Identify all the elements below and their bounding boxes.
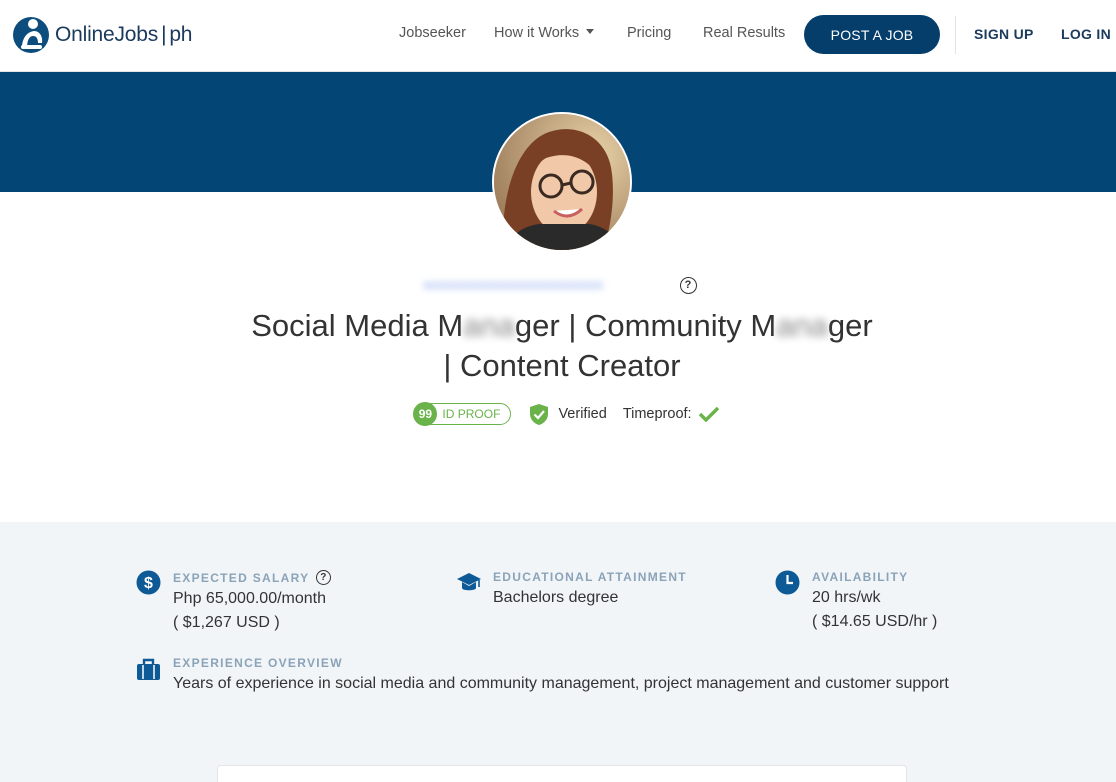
headline-part-2: ger | Community M: [514, 308, 777, 343]
availability-block: AVAILABILITY 20 hrs/wk ( $14.65 USD/hr ): [775, 570, 1035, 634]
experience-value: Years of experience in social media and …: [173, 675, 949, 692]
availability-rate: ( $14.65 USD/hr ): [812, 613, 938, 630]
headline-part-3: ger: [827, 308, 873, 343]
education-value: Bachelors degree: [493, 589, 619, 606]
expected-salary-usd: ( $1,267 USD ): [173, 614, 280, 631]
expected-salary-value: Php 65,000.00/month: [173, 590, 327, 607]
verified-badge: Verified: [529, 403, 607, 426]
briefcase-icon: [137, 658, 160, 680]
availability-label: AVAILABILITY: [812, 570, 909, 584]
profile-headline: Social Media Manager | Community Manager…: [150, 306, 974, 386]
checkmark-icon: [698, 406, 719, 422]
log-in-link[interactable]: LOG IN: [1061, 26, 1111, 42]
nav-jobseeker[interactable]: Jobseeker: [399, 25, 466, 41]
nav-divider: [955, 16, 956, 54]
avatar-photo: [494, 114, 630, 250]
dropdown-caret-icon: [586, 29, 595, 34]
sign-up-link[interactable]: SIGN UP: [974, 26, 1034, 42]
salary-help-icon[interactable]: ?: [316, 570, 332, 585]
profile-info-section: $ EXPECTED SALARY? Php 65,000.00/month (…: [0, 522, 1116, 782]
id-proof-label: ID PROOF: [442, 407, 501, 421]
logo-brand-text: OnlineJobs: [55, 23, 159, 46]
shield-check-icon: [530, 403, 549, 425]
expected-salary-block: $ EXPECTED SALARY? Php 65,000.00/month (…: [136, 570, 426, 635]
headline-line-2: | Content Creator: [443, 348, 681, 383]
dollar-icon: $: [136, 570, 161, 595]
profile-avatar: [492, 112, 632, 252]
verified-label: Verified: [558, 406, 607, 422]
headline-blurred-1: ana: [463, 308, 515, 343]
headline-part-1: Social Media M: [251, 308, 464, 343]
expected-salary-label: EXPECTED SALARY: [173, 570, 310, 585]
timeproof-label: Timeproof:: [622, 406, 692, 422]
post-a-job-button[interactable]: POST A JOB: [804, 15, 940, 54]
nav-how-it-works-label: How it Works: [494, 25, 580, 41]
profile-name-blurred: xxxxxxxxxxxxxxxxxxxxxxxx: [423, 277, 604, 292]
experience-block: EXPERIENCE OVERVIEW Years of experience …: [136, 656, 976, 696]
education-block: EDUCATIONAL ATTAINMENT Bachelors degree: [456, 570, 746, 610]
site-logo[interactable]: OnlineJobs | ph: [12, 14, 192, 56]
logo-separator: |: [161, 23, 167, 46]
logo-suffix-text: ph: [169, 23, 193, 46]
id-proof-score: 99: [413, 402, 438, 426]
nav-pricing[interactable]: Pricing: [627, 25, 671, 41]
site-header: OnlineJobs | ph Jobseeker How it Works Pri…: [0, 0, 1116, 72]
id-proof-badge[interactable]: 99 ID PROOF: [413, 402, 512, 426]
experience-label: EXPERIENCE OVERVIEW: [173, 656, 343, 670]
graduation-cap-icon: [457, 573, 481, 591]
logo-mark-icon: [13, 17, 49, 53]
education-label: EDUCATIONAL ATTAINMENT: [493, 570, 687, 584]
content-card: [217, 765, 907, 782]
profile-name-row: xxxxxxxxxxxxxxxxxxxxxxxx ?: [0, 272, 1116, 298]
svg-text:$: $: [144, 575, 153, 592]
availability-value: 20 hrs/wk: [812, 589, 881, 606]
help-icon[interactable]: ?: [679, 276, 697, 294]
profile-badges: 99 ID PROOF Verified Timeproof:: [0, 401, 1116, 427]
nav-real-results[interactable]: Real Results: [703, 25, 785, 41]
timeproof-badge: Timeproof:: [623, 406, 720, 422]
nav-how-it-works[interactable]: How it Works: [494, 25, 595, 41]
clock-icon: [775, 570, 800, 595]
headline-blurred-2: ana: [776, 308, 828, 343]
